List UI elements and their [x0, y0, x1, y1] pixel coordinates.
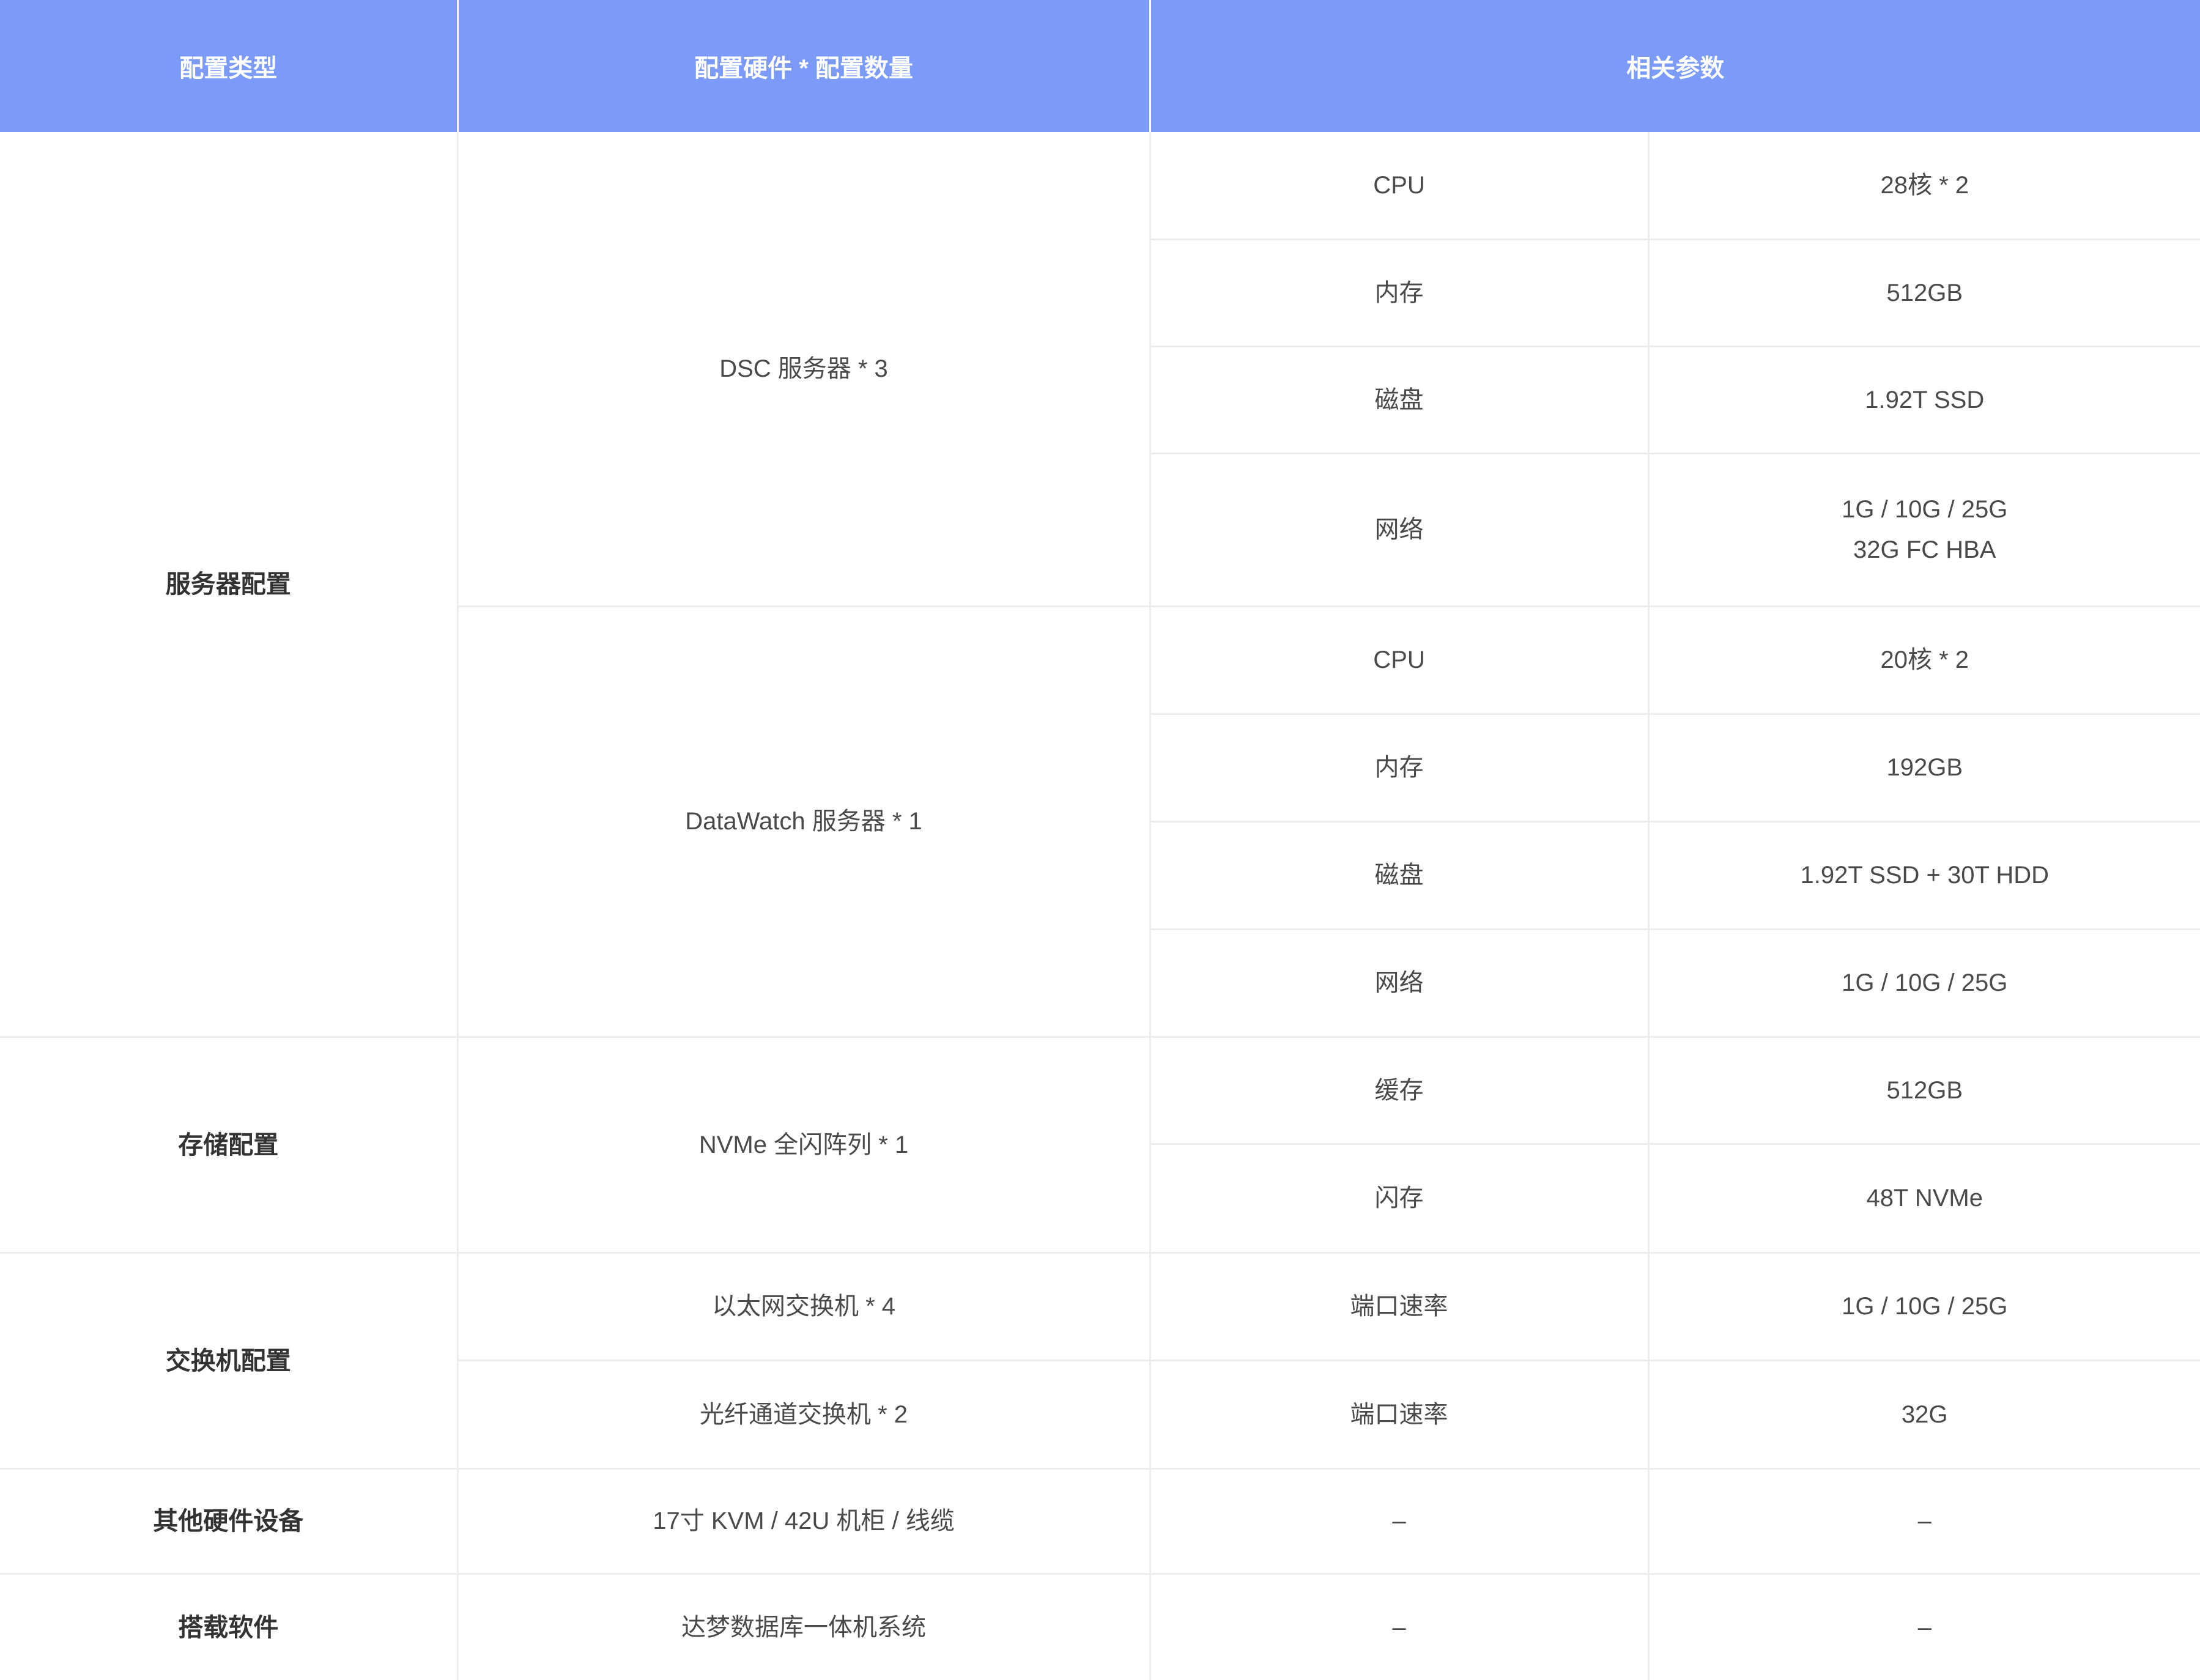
table-row: 其他硬件设备 17寸 KVM / 42U 机柜 / 线缆 – –: [0, 1468, 2200, 1574]
hardware-ethernet-switch: 以太网交换机 * 4: [457, 1253, 1150, 1360]
param-name: 内存: [1150, 714, 1648, 821]
param-value: 20核 * 2: [1648, 606, 2200, 714]
param-name: 网络: [1150, 453, 1648, 606]
table-body: 服务器配置 DSC 服务器 * 3 CPU 28核 * 2 内存 512GB 磁…: [0, 132, 2200, 1680]
param-value: 48T NVMe: [1648, 1144, 2200, 1253]
hardware-fc-switch: 光纤通道交换机 * 2: [457, 1360, 1150, 1468]
param-value: 28核 * 2: [1648, 132, 2200, 239]
type-other-hardware: 其他硬件设备: [0, 1468, 457, 1574]
param-name: CPU: [1150, 132, 1648, 239]
header-config-type: 配置类型: [0, 0, 457, 132]
param-value-line: 1G / 10G / 25G: [1650, 489, 2200, 530]
param-name: CPU: [1150, 606, 1648, 714]
hardware-dsc-server: DSC 服务器 * 3: [457, 132, 1150, 606]
header-params: 相关参数: [1150, 0, 2200, 132]
param-value: 1.92T SSD: [1648, 346, 2200, 453]
type-server-config: 服务器配置: [0, 132, 457, 1037]
param-name: 缓存: [1150, 1037, 1648, 1144]
hardware-nvme-array: NVMe 全闪阵列 * 1: [457, 1037, 1150, 1253]
param-value: 32G: [1648, 1360, 2200, 1468]
config-table: 配置类型 配置硬件 * 配置数量 相关参数 服务器配置 DSC 服务器 * 3 …: [0, 0, 2200, 1680]
param-name: –: [1150, 1468, 1648, 1574]
table-row: 交换机配置 以太网交换机 * 4 端口速率 1G / 10G / 25G: [0, 1253, 2200, 1360]
param-value: 1G / 10G / 25G: [1648, 929, 2200, 1037]
param-name: 内存: [1150, 239, 1648, 346]
table-header: 配置类型 配置硬件 * 配置数量 相关参数: [0, 0, 2200, 132]
param-name: 网络: [1150, 929, 1648, 1037]
param-value: 192GB: [1648, 714, 2200, 821]
param-value-multiline: 1G / 10G / 25G 32G FC HBA: [1648, 453, 2200, 606]
param-name: 端口速率: [1150, 1253, 1648, 1360]
hardware-other: 17寸 KVM / 42U 机柜 / 线缆: [457, 1468, 1150, 1574]
param-value-line: 32G FC HBA: [1650, 530, 2200, 570]
param-name: 端口速率: [1150, 1360, 1648, 1468]
param-value: 512GB: [1648, 1037, 2200, 1144]
table-row: 服务器配置 DSC 服务器 * 3 CPU 28核 * 2: [0, 132, 2200, 239]
param-value: –: [1648, 1574, 2200, 1680]
param-value: 512GB: [1648, 239, 2200, 346]
param-name: –: [1150, 1574, 1648, 1680]
param-name: 磁盘: [1150, 821, 1648, 929]
type-storage-config: 存储配置: [0, 1037, 457, 1253]
type-switch-config: 交换机配置: [0, 1253, 457, 1468]
param-value: 1G / 10G / 25G: [1648, 1253, 2200, 1360]
table-row: 存储配置 NVMe 全闪阵列 * 1 缓存 512GB: [0, 1037, 2200, 1144]
header-hardware-qty: 配置硬件 * 配置数量: [457, 0, 1150, 132]
param-name: 闪存: [1150, 1144, 1648, 1253]
hardware-datawatch-server: DataWatch 服务器 * 1: [457, 606, 1150, 1037]
type-software: 搭载软件: [0, 1574, 457, 1680]
param-value: –: [1648, 1468, 2200, 1574]
param-name: 磁盘: [1150, 346, 1648, 453]
hardware-software: 达梦数据库一体机系统: [457, 1574, 1150, 1680]
table-row: 搭载软件 达梦数据库一体机系统 – –: [0, 1574, 2200, 1680]
param-value: 1.92T SSD + 30T HDD: [1648, 821, 2200, 929]
